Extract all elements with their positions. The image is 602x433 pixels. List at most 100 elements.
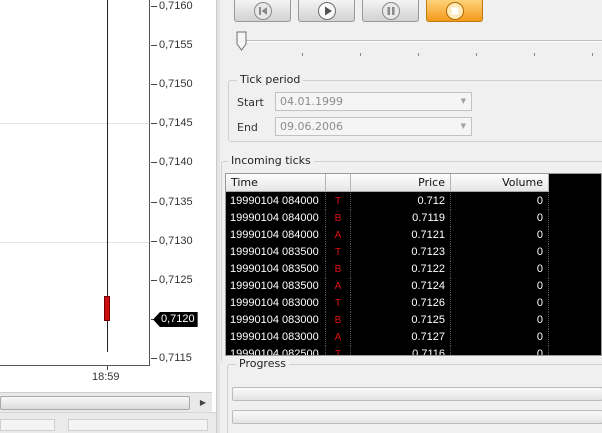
- tick-price-cell: 0.7116: [351, 346, 451, 355]
- tick-time-cell: 19990104 082500: [226, 346, 326, 355]
- table-row[interactable]: 19990104 082500 T 0.7116 0: [226, 346, 549, 355]
- scroll-right-arrow-icon[interactable]: ▶: [196, 396, 210, 410]
- price-axis-tick: [151, 202, 157, 203]
- splitter[interactable]: [216, 0, 220, 433]
- tick-volume-cell: 0: [451, 193, 549, 210]
- chevron-down-icon[interactable]: ▼: [461, 122, 466, 130]
- slider-tick-mark: [418, 53, 419, 56]
- price-axis-label: 0,7125: [159, 274, 193, 286]
- price-axis-tick: [151, 162, 157, 163]
- tick-time-cell: 19990104 083000: [226, 312, 326, 329]
- progress-title: Progress: [236, 357, 289, 370]
- chart-horizontal-scrollbar[interactable]: ▶: [0, 392, 212, 412]
- slider-tick-mark: [534, 53, 535, 56]
- control-panel: Tick period Start 04.01.1999 ▼ End 09.06…: [221, 0, 602, 433]
- pause-button[interactable]: [362, 0, 419, 22]
- playback-slider-thumb[interactable]: [236, 31, 247, 51]
- tick-time-cell: 19990104 083000: [226, 295, 326, 312]
- tick-time-cell: 19990104 084000: [226, 193, 326, 210]
- status-strip: [0, 412, 220, 433]
- tick-volume-cell: 0: [451, 261, 549, 278]
- tick-volume-cell: 0: [451, 210, 549, 227]
- start-date-combo[interactable]: 04.01.1999 ▼: [275, 92, 472, 111]
- grid-line: [0, 123, 149, 124]
- tick-time-cell: 19990104 083500: [226, 244, 326, 261]
- stop-button[interactable]: [426, 0, 483, 22]
- end-date-combo[interactable]: 09.06.2006 ▼: [275, 117, 472, 136]
- current-price-tag: 0,7120: [153, 312, 198, 327]
- table-row[interactable]: 19990104 084000 A 0.7121 0: [226, 227, 549, 244]
- table-row[interactable]: 19990104 084000 T 0.712 0: [226, 193, 549, 210]
- chart-pane: 0,7160 0,7155 0,7150 0,7145 0,7140 0,7135 0,71…: [0, 0, 220, 433]
- tick-type-cell: T: [326, 244, 351, 261]
- tick-type-cell: B: [326, 261, 351, 278]
- price-axis-tick: [151, 280, 157, 281]
- tick-price-cell: 0.7121: [351, 227, 451, 244]
- price-axis-tick: [151, 6, 157, 7]
- price-axis-label: 0,7145: [159, 117, 193, 129]
- grid-line: [0, 242, 149, 243]
- time-axis-tick: [107, 366, 108, 370]
- stop-icon: [445, 1, 464, 20]
- price-axis-label: 0,7130: [159, 235, 193, 247]
- price-axis-label: 0,7115: [159, 352, 192, 364]
- play-button[interactable]: [298, 0, 355, 22]
- table-row[interactable]: 19990104 084000 B 0.7119 0: [226, 210, 549, 227]
- table-row[interactable]: 19990104 083000 B 0.7125 0: [226, 312, 549, 329]
- tick-time-cell: 19990104 083500: [226, 278, 326, 295]
- ticks-table[interactable]: Time Price Volume 19990104 084000 T 0.712 0…: [225, 173, 602, 356]
- tick-time-cell: 19990104 084000: [226, 227, 326, 244]
- tick-volume-cell: 0: [451, 244, 549, 261]
- table-row[interactable]: 19990104 083500 B 0.7122 0: [226, 261, 549, 278]
- scrollbar-thumb[interactable]: [0, 396, 190, 410]
- tick-price-cell: 0.712: [351, 193, 451, 210]
- slider-tick-mark: [302, 53, 303, 56]
- tick-price-cell: 0.7127: [351, 329, 451, 346]
- chevron-down-icon[interactable]: ▼: [461, 97, 466, 105]
- candlestick-chart[interactable]: [0, 0, 150, 366]
- price-axis-tick: [151, 45, 157, 46]
- column-header-price[interactable]: Price: [351, 174, 451, 192]
- ticks-table-header: Time Price Volume: [226, 174, 549, 192]
- pause-icon: [381, 1, 400, 20]
- tick-time-cell: 19990104 083500: [226, 261, 326, 278]
- end-date-value: 09.06.2006: [280, 120, 343, 133]
- candle-body: [104, 296, 110, 321]
- tick-price-cell: 0.7119: [351, 210, 451, 227]
- column-header-type[interactable]: [326, 174, 351, 192]
- progress-bar: [232, 387, 602, 401]
- start-date-value: 04.01.1999: [280, 95, 343, 108]
- time-axis-label: 18:59: [92, 371, 120, 383]
- slider-tick-mark: [592, 53, 593, 56]
- table-row[interactable]: 19990104 083000 A 0.7127 0: [226, 329, 549, 346]
- tick-price-cell: 0.7125: [351, 312, 451, 329]
- price-axis-label: 0,7155: [159, 39, 193, 51]
- progress-group: Progress: [227, 357, 602, 433]
- rewind-button[interactable]: [234, 0, 291, 22]
- end-label: End: [237, 121, 258, 134]
- tick-price-cell: 0.7123: [351, 244, 451, 261]
- tick-type-cell: A: [326, 329, 351, 346]
- column-header-volume[interactable]: Volume: [451, 174, 549, 192]
- price-axis: 0,7160 0,7155 0,7150 0,7145 0,7140 0,7135 0,71…: [151, 0, 220, 366]
- table-row[interactable]: 19990104 083500 A 0.7124 0: [226, 278, 549, 295]
- column-header-time[interactable]: Time: [226, 174, 326, 192]
- tick-volume-cell: 0: [451, 278, 549, 295]
- price-axis-label: 0,7140: [159, 156, 193, 168]
- slider-tick-mark: [360, 53, 361, 56]
- tick-type-cell: T: [326, 295, 351, 312]
- table-row[interactable]: 19990104 083500 T 0.7123 0: [226, 244, 549, 261]
- price-axis-tick: [151, 358, 157, 359]
- tick-price-cell: 0.7122: [351, 261, 451, 278]
- tick-price-cell: 0.7126: [351, 295, 451, 312]
- tick-type-cell: A: [326, 278, 351, 295]
- slider-tick-mark: [476, 53, 477, 56]
- tick-period-group: Tick period Start 04.01.1999 ▼ End 09.06…: [228, 73, 602, 142]
- tick-volume-cell: 0: [451, 346, 549, 355]
- tick-price-cell: 0.7124: [351, 278, 451, 295]
- table-row[interactable]: 19990104 083000 T 0.7126 0: [226, 295, 549, 312]
- tick-volume-cell: 0: [451, 227, 549, 244]
- ticks-table-body: 19990104 084000 T 0.712 0 19990104 084000 B 0.…: [226, 193, 549, 355]
- playback-slider-track[interactable]: [239, 40, 602, 42]
- tick-type-cell: B: [326, 210, 351, 227]
